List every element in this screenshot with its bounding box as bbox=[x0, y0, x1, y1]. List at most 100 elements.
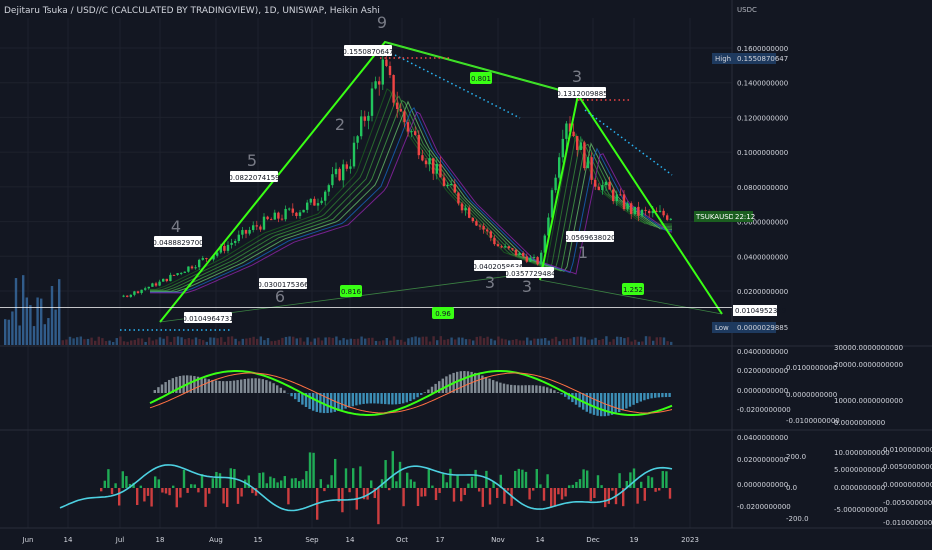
histogram-bar bbox=[661, 393, 664, 398]
candle-body bbox=[277, 212, 280, 219]
volume-bar bbox=[295, 338, 298, 345]
high-value: 0.1550870647 bbox=[737, 55, 788, 63]
pane3-left-tick: 0.0000000000 bbox=[737, 481, 788, 489]
volume-bar bbox=[504, 339, 507, 345]
chart-canvas[interactable]: 0.01049647310.04888297000.03001753660.08… bbox=[0, 0, 932, 550]
volume-bar bbox=[493, 340, 496, 345]
volume-bar bbox=[256, 338, 259, 345]
countdown-timer: 22:12 bbox=[735, 213, 755, 221]
candle-body bbox=[201, 258, 204, 260]
time-axis-label: 17 bbox=[436, 536, 445, 544]
pane3-mid-tick: -200.0 bbox=[786, 515, 809, 523]
oscillator-bar bbox=[661, 471, 664, 488]
histogram-bar bbox=[632, 393, 635, 405]
volume-bar bbox=[173, 336, 176, 345]
volume-bar bbox=[414, 336, 417, 345]
volume-bar bbox=[72, 338, 75, 345]
candle-body bbox=[154, 283, 158, 286]
pane2-right-tick: 0.0000000000 bbox=[834, 419, 885, 427]
candle-body bbox=[388, 65, 392, 76]
oscillator-bar bbox=[589, 488, 592, 501]
volume-bar bbox=[392, 336, 396, 345]
oscillator-bar bbox=[640, 481, 643, 488]
pane3-right-tick-a: -5.0000000000 bbox=[834, 506, 888, 514]
price-tick-label: 0.0200000000 bbox=[737, 288, 788, 296]
oscillator-bar bbox=[416, 488, 420, 507]
volume-bar bbox=[666, 341, 669, 345]
oscillator-bar bbox=[283, 476, 286, 488]
candle-body bbox=[478, 225, 482, 227]
oscillator-bar bbox=[586, 470, 589, 488]
volume-bar bbox=[274, 340, 277, 345]
pane3-right-tick-b: 0.0050000000 bbox=[883, 463, 932, 471]
histogram-bar bbox=[394, 393, 398, 405]
volume-bar bbox=[270, 341, 273, 345]
histogram-bar bbox=[409, 393, 412, 402]
volume-bar bbox=[76, 337, 79, 345]
volume-bar bbox=[644, 336, 648, 345]
time-axis-label: 15 bbox=[254, 536, 263, 544]
histogram-bar bbox=[416, 393, 419, 398]
oscillator-bar bbox=[395, 481, 398, 488]
moving-average-line bbox=[150, 107, 673, 293]
candle-body bbox=[421, 155, 424, 161]
volume-bar bbox=[637, 341, 640, 345]
candle-body bbox=[126, 295, 129, 297]
candle-body bbox=[622, 194, 626, 210]
oscillator-bar bbox=[654, 488, 657, 492]
histogram-bar bbox=[247, 378, 250, 393]
volume-bar bbox=[194, 337, 198, 345]
histogram-bar bbox=[250, 378, 254, 393]
histogram-bar bbox=[297, 393, 300, 402]
volume-bar bbox=[144, 341, 147, 345]
candle-body bbox=[248, 229, 251, 234]
oscillator-bar bbox=[388, 488, 391, 491]
volume-bar bbox=[320, 340, 324, 345]
candle-body bbox=[406, 122, 410, 132]
oscillator-bar bbox=[452, 488, 456, 502]
candle-body bbox=[586, 157, 590, 169]
pane3-right-tick-b: 0.0100000000 bbox=[883, 446, 932, 454]
candle-body bbox=[496, 244, 500, 247]
volume-bar bbox=[511, 339, 514, 345]
volume-bar bbox=[169, 341, 172, 345]
oscillator-bar bbox=[319, 479, 322, 488]
volume-bar bbox=[32, 326, 36, 345]
oscillator-bar bbox=[521, 469, 524, 488]
pane2-right-tick: 10000.0000000000 bbox=[834, 397, 903, 405]
candle-body bbox=[144, 288, 147, 290]
oscillator-bar bbox=[438, 488, 441, 493]
oscillator-bar bbox=[359, 466, 362, 488]
volume-bar bbox=[331, 337, 334, 345]
volume-bar bbox=[302, 341, 306, 345]
candle-body bbox=[597, 186, 600, 191]
candle-body bbox=[363, 116, 366, 121]
histogram-bar bbox=[358, 393, 362, 405]
candle-body bbox=[522, 252, 525, 257]
time-axis-label: 19 bbox=[630, 536, 639, 544]
volume-bar bbox=[641, 341, 644, 345]
oscillator-bar bbox=[427, 469, 430, 488]
volume-bar bbox=[371, 337, 374, 345]
candle-body bbox=[273, 212, 276, 220]
histogram-bar bbox=[283, 390, 286, 393]
histogram-bar bbox=[484, 377, 488, 393]
oscillator-bar bbox=[568, 485, 571, 488]
candle-body bbox=[198, 259, 201, 268]
oscillator-bar bbox=[474, 469, 477, 488]
oscillator-bar bbox=[326, 484, 330, 488]
oscillator-bar bbox=[582, 469, 585, 488]
volume-bar bbox=[367, 337, 370, 345]
volume-bar bbox=[389, 340, 392, 345]
oscillator-bar bbox=[539, 484, 542, 488]
pane3-left-tick: -0.0200000000 bbox=[737, 503, 791, 511]
time-axis-label: 14 bbox=[536, 536, 545, 544]
candle-body bbox=[450, 184, 453, 186]
fib-ratio-label: 1.252 bbox=[623, 286, 643, 294]
oscillator-bar bbox=[546, 474, 549, 488]
histogram-bar bbox=[164, 382, 167, 393]
candle-body bbox=[266, 216, 269, 220]
oscillator-bar bbox=[208, 488, 211, 494]
candle-body bbox=[320, 200, 323, 204]
candle-body bbox=[637, 206, 640, 216]
